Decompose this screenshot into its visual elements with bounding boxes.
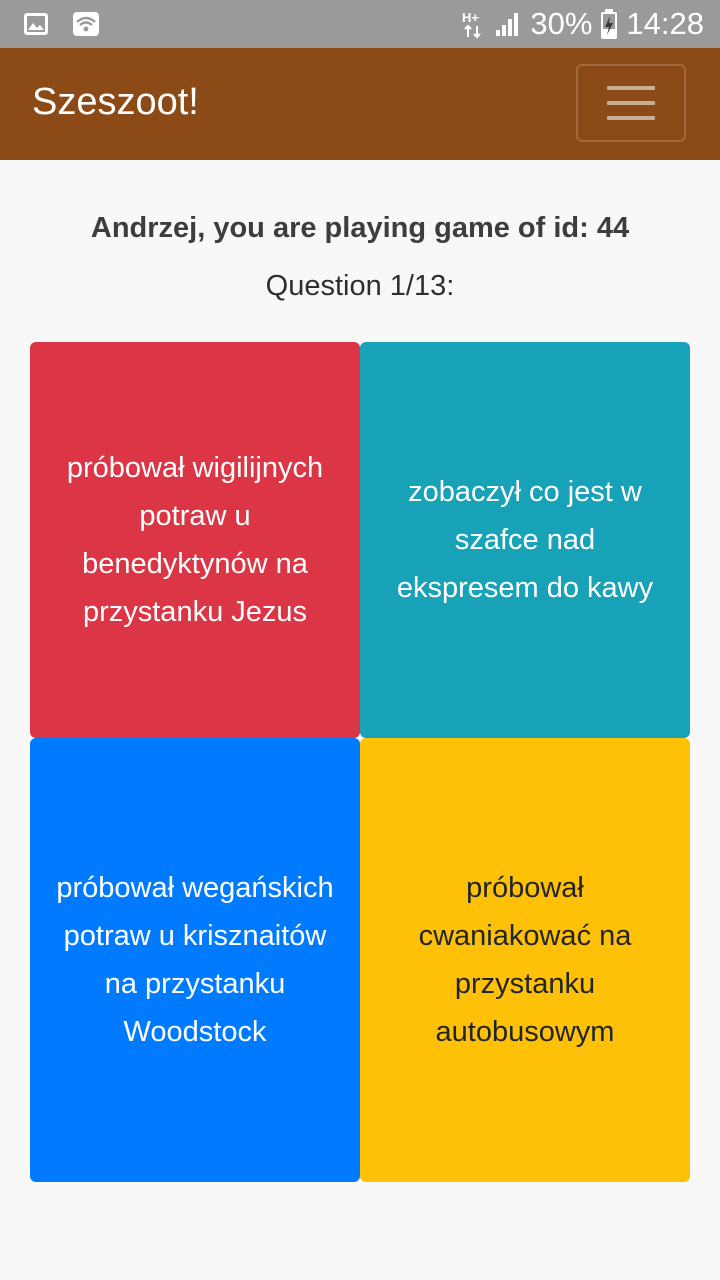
navbar: Szeszoot! [0,48,720,160]
signal-icon [496,13,519,36]
image-icon [24,13,48,35]
svg-text:H+: H+ [462,10,479,25]
wifi-icon [73,12,99,36]
answer-button-teal[interactable]: zobaczył co jest w szafce nad ekspresem … [360,342,690,738]
answer-button-blue[interactable]: próbował wegańskich potraw u krisznaitów… [30,738,360,1182]
clock: 14:28 [626,6,704,41]
brand-title[interactable]: Szeszoot! [32,78,199,126]
answer-button-red[interactable]: próbował wigilijnych potraw u benedyktyn… [30,342,360,738]
status-bar: H+ 30% 14:28 [0,0,720,48]
battery-charging-icon [601,9,618,39]
answer-label: zobaczył co jest w szafce nad ekspresem … [396,476,654,604]
hamburger-icon [607,86,655,120]
answer-label: próbował wegańskich potraw u krisznaitów… [56,872,334,1048]
status-left-icons [22,10,100,38]
battery-percent: 30% [530,6,593,41]
game-heading: Andrzej, you are playing game of id: 44 [90,212,630,244]
menu-toggle-button[interactable] [576,64,686,142]
answer-label: próbował cwaniakować na przystanku autob… [418,872,632,1048]
answer-label: próbował wigilijnych potraw u benedyktyn… [66,452,324,628]
question-counter: Question 1/13: [265,270,455,302]
answer-button-yellow[interactable]: próbował cwaniakować na przystanku autob… [360,738,690,1182]
status-right: H+ 30% 14:28 [462,0,704,48]
hplus-icon: H+ [462,10,482,39]
